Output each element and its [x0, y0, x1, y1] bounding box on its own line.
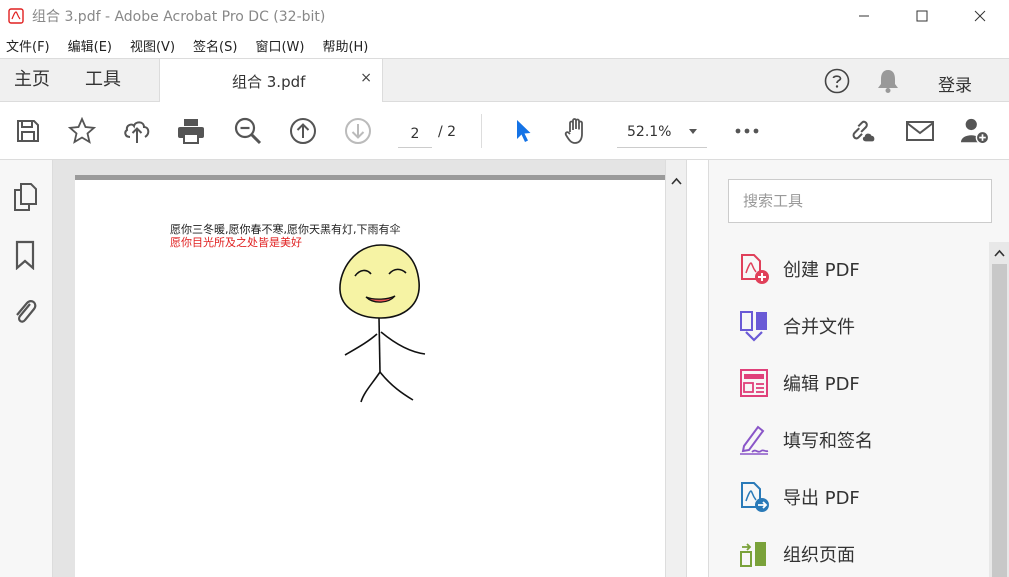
cursor-arrow-icon [517, 120, 531, 142]
notifications-bell-icon[interactable] [876, 68, 900, 94]
document-text-line-2: 愿你目光所及之处皆是美好 [170, 236, 302, 249]
menu-window[interactable]: 窗口(W) [255, 36, 304, 55]
tool-label: 导出 PDF [783, 488, 860, 509]
upload-cloud-button[interactable] [122, 116, 152, 146]
hand-tool-button[interactable] [562, 116, 592, 146]
bookmark-star-button[interactable] [67, 116, 97, 146]
previous-page-button[interactable] [288, 116, 318, 146]
close-tab-button[interactable]: × [360, 70, 372, 86]
tool-label: 组织页面 [783, 545, 855, 566]
email-button[interactable] [905, 116, 935, 146]
search-tools-input[interactable] [728, 179, 992, 223]
pdf-page: 愿你三冬暖,愿你春不寒,愿你天黑有灯,下雨有伞 愿你目光所及之处皆是美好 [75, 180, 665, 577]
zoom-search-button[interactable] [233, 116, 263, 146]
attachments-button[interactable] [11, 296, 39, 326]
create-pdf-icon [737, 252, 771, 286]
scroll-up-icon[interactable] [994, 249, 1005, 257]
export-pdf-icon [737, 480, 771, 514]
tool-create-pdf[interactable]: 创建 PDF [737, 251, 977, 287]
tool-combine-files[interactable]: 合并文件 [737, 308, 977, 344]
tabs-row: 主页 工具 组合 3.pdf × 登录 [0, 58, 1009, 103]
close-icon [974, 10, 986, 22]
menu-view[interactable]: 视图(V) [130, 36, 175, 55]
menu-bar: 文件(F) 编辑(E) 视图(V) 签名(S) 窗口(W) 帮助(H) [0, 32, 1009, 58]
pages-icon [14, 183, 37, 211]
combine-files-icon [737, 309, 771, 343]
close-window-button[interactable] [951, 0, 1009, 32]
help-icon[interactable] [824, 68, 850, 94]
print-button[interactable] [176, 116, 206, 146]
edit-pdf-icon [737, 366, 771, 400]
page-total: / 2 [438, 124, 457, 140]
minimize-button[interactable] [835, 0, 893, 32]
arrow-down-circle-icon [345, 118, 371, 144]
link-cloud-icon [852, 120, 875, 142]
arrow-up-circle-icon [290, 118, 316, 144]
menu-file[interactable]: 文件(F) [6, 36, 50, 55]
organize-pages-icon [737, 537, 771, 571]
share-link-button[interactable] [848, 116, 878, 146]
toolbar-divider [481, 114, 482, 148]
next-page-button[interactable] [343, 116, 373, 146]
document-tab-label: 组合 3.pdf [232, 73, 306, 91]
tool-edit-pdf[interactable]: 编辑 PDF [737, 365, 977, 401]
main-toolbar: / 2 52.1% [0, 102, 1009, 160]
minimize-icon [859, 15, 869, 17]
bookmark-icon [15, 240, 35, 270]
tool-organize-pages[interactable]: 组织页面 [737, 536, 977, 572]
star-icon [68, 117, 96, 144]
login-button[interactable]: 登录 [938, 71, 972, 96]
scroll-up-icon[interactable] [671, 177, 682, 185]
title-bar: 组合 3.pdf - Adobe Acrobat Pro DC (32-bit) [0, 0, 1009, 32]
page-thumbnails-button[interactable] [11, 182, 39, 212]
scrollbar-thumb[interactable] [992, 264, 1007, 577]
zoom-value: 52.1% [627, 124, 672, 140]
window-title: 组合 3.pdf - Adobe Acrobat Pro DC (32-bit) [32, 9, 326, 25]
save-icon [17, 120, 39, 142]
tool-label: 创建 PDF [783, 260, 860, 281]
select-tool-button[interactable] [508, 116, 538, 146]
maximize-icon [916, 10, 928, 22]
left-navigation-pane [0, 160, 53, 577]
document-scrollbar[interactable] [665, 160, 686, 577]
chevron-down-icon [689, 129, 697, 134]
tool-export-pdf[interactable]: 导出 PDF [737, 479, 977, 515]
menu-edit[interactable]: 编辑(E) [68, 36, 112, 55]
menu-sign[interactable]: 签名(S) [193, 36, 237, 55]
more-dots-icon [735, 128, 759, 134]
tools-pane: 创建 PDF 合并文件 编辑 PDF [686, 160, 1009, 577]
maximize-button[interactable] [893, 0, 951, 32]
tools-pane-toggle[interactable] [687, 160, 709, 577]
zoom-level-dropdown[interactable]: 52.1% [617, 120, 707, 148]
bookmarks-button[interactable] [11, 240, 39, 270]
cloud-upload-icon [124, 121, 150, 143]
add-user-button[interactable] [960, 116, 990, 146]
tools-pane-scrollbar[interactable] [989, 242, 1009, 577]
fill-sign-icon [737, 423, 771, 457]
stick-figure-drawing [339, 244, 426, 403]
page-number-input[interactable] [398, 120, 432, 148]
tool-label: 填写和签名 [783, 431, 873, 452]
paperclip-icon [16, 300, 37, 323]
tab-home[interactable]: 主页 [14, 59, 50, 101]
tool-label: 合并文件 [783, 317, 855, 338]
hand-icon [564, 118, 583, 144]
mail-icon [906, 121, 934, 141]
print-icon [178, 119, 204, 144]
acrobat-app-icon [8, 8, 24, 24]
more-tools-button[interactable] [732, 116, 762, 146]
add-person-icon [960, 118, 990, 145]
document-view[interactable]: 愿你三冬暖,愿你春不寒,愿你天黑有灯,下雨有伞 愿你目光所及之处皆是美好 [53, 160, 686, 577]
tab-document[interactable]: 组合 3.pdf × [159, 59, 383, 103]
tool-label: 编辑 PDF [783, 374, 860, 395]
menu-help[interactable]: 帮助(H) [322, 36, 368, 55]
zoom-out-icon [234, 117, 262, 145]
tab-tools[interactable]: 工具 [85, 59, 121, 101]
save-button[interactable] [13, 116, 43, 146]
tool-fill-sign[interactable]: 填写和签名 [737, 422, 977, 458]
